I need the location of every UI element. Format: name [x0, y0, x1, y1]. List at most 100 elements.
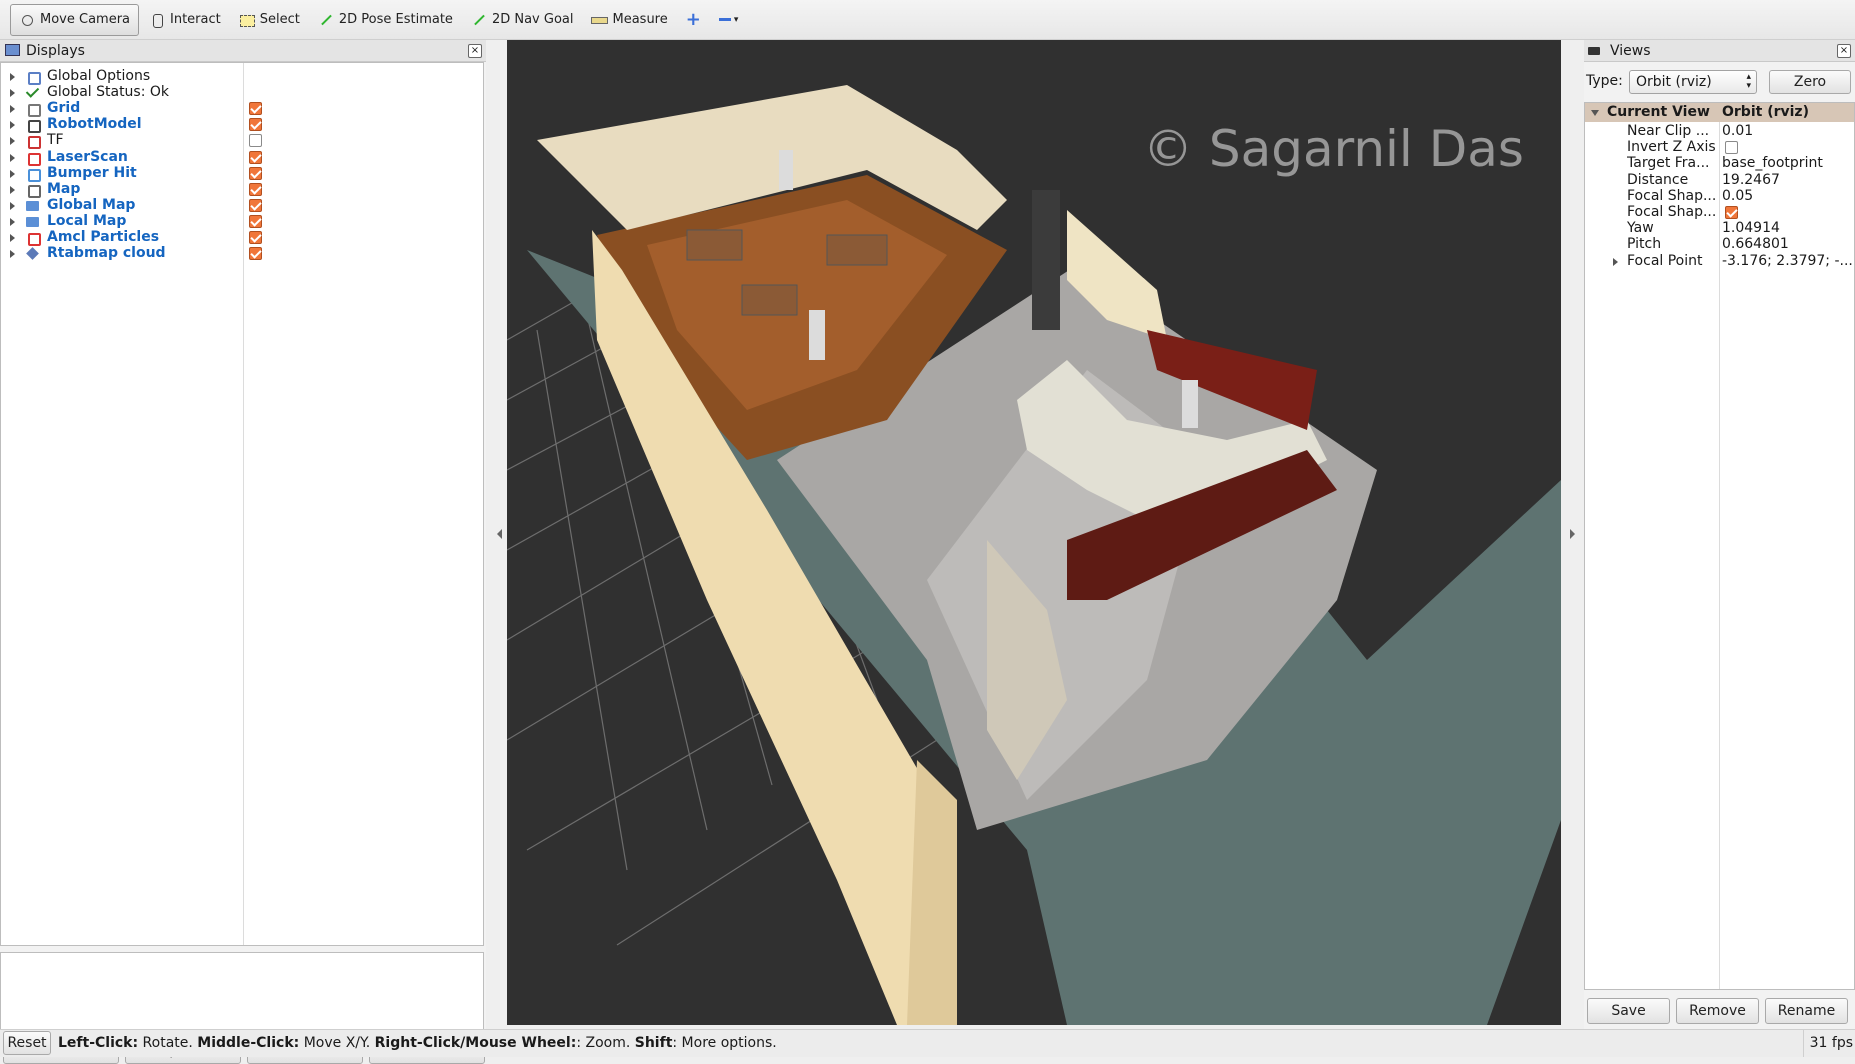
tool-label: 2D Pose Estimate: [338, 12, 453, 27]
enable-checkbox[interactable]: [249, 231, 262, 244]
zero-button[interactable]: Zero: [1769, 70, 1851, 94]
hint-key: Right-Click/Mouse Wheel:: [374, 1035, 577, 1051]
laserscan-icon: [25, 150, 41, 166]
displays-panel-title: Displays ×: [0, 40, 486, 62]
view-type-combo[interactable]: Orbit (rviz) ▴ ▾: [1629, 70, 1757, 94]
tool-select[interactable]: Select: [231, 4, 308, 36]
expand-arrow-icon[interactable]: [10, 234, 15, 242]
select-icon: [239, 12, 255, 28]
enable-checkbox[interactable]: [249, 118, 262, 132]
views-type-row: Type: Orbit (rviz) ▴ ▾ Zero: [1584, 64, 1855, 100]
reset-button[interactable]: Reset: [3, 1031, 51, 1055]
expand-arrow-icon[interactable]: [10, 201, 15, 210]
minus-dropdown-icon[interactable]: ▾: [711, 4, 747, 36]
tool-measure[interactable]: Measure: [583, 4, 675, 36]
pose-array-icon: [25, 230, 41, 246]
combo-arrows-icon: ▴ ▾: [1746, 72, 1751, 91]
current-view-row[interactable]: Current View Orbit (rviz): [1585, 103, 1854, 122]
save-view-button[interactable]: Save: [1587, 998, 1670, 1024]
tool-label: Select: [259, 12, 300, 27]
hint-text: Rotate.: [138, 1035, 198, 1051]
grid-icon: [25, 101, 41, 118]
tool-label: Measure: [612, 12, 668, 27]
current-view-value: Orbit (rviz): [1722, 104, 1809, 120]
view-type-value: Orbit (rviz): [1636, 74, 1712, 90]
gear-icon: [25, 69, 41, 85]
hint-key: Left-Click:: [58, 1035, 139, 1051]
type-label: Type:: [1586, 73, 1623, 89]
enable-checkbox[interactable]: [249, 166, 262, 180]
tool-label: Interact: [170, 12, 221, 27]
tool-2d-pose-estimate[interactable]: 2D Pose Estimate: [310, 4, 461, 36]
scene-render: [507, 85, 1561, 1025]
status-bar: Reset Left-Click: Rotate. Middle-Click: …: [0, 1029, 1855, 1057]
map-icon: [25, 182, 41, 198]
displays-title-label: Displays: [26, 43, 85, 59]
enable-checkbox[interactable]: [249, 198, 262, 212]
view-property-row[interactable]: Focal Point -3.176; 2.3797; -...: [1585, 252, 1854, 271]
expand-arrow-icon[interactable]: [10, 217, 15, 226]
hint-key: Shift: [634, 1035, 673, 1051]
main-toolbar: Move Camera Interact Select 2D Pose Estimat…: [0, 0, 1855, 40]
views-button-row: Save Remove Rename: [1587, 998, 1848, 1024]
render-viewport[interactable]: © Sagarnil Das: [507, 40, 1561, 1025]
enable-checkbox[interactable]: [249, 247, 262, 261]
view-property-value[interactable]: -3.176; 2.3797; -...: [1722, 252, 1852, 271]
expand-arrow-icon[interactable]: [10, 137, 15, 146]
monitor-icon: [5, 44, 20, 56]
displays-tree: Global Options Global Status: Ok Grid Robot…: [0, 62, 484, 946]
tool-interact[interactable]: Interact: [141, 4, 229, 36]
expand-arrow-icon[interactable]: [10, 121, 15, 130]
expand-arrow-icon[interactable]: [10, 89, 15, 98]
displays-panel: Displays × Global Options Global Status: …: [0, 40, 486, 1064]
cloud-diamond-icon: [25, 246, 40, 261]
nav-goal-arrow-icon: [471, 12, 487, 28]
pose-arrow-icon: [318, 12, 334, 28]
tool-label: Move Camera: [40, 12, 131, 27]
display-description-box: [0, 952, 484, 1030]
remove-view-button[interactable]: Remove: [1676, 998, 1759, 1024]
rename-view-button[interactable]: Rename: [1765, 998, 1848, 1024]
property-checkbox[interactable]: [1725, 141, 1738, 155]
enable-checkbox[interactable]: [249, 134, 262, 148]
fps-counter: 31 fps: [1802, 1030, 1853, 1057]
folder-icon: [25, 214, 40, 229]
hint-key: Middle-Click:: [197, 1035, 300, 1051]
hint-text: : More options.: [672, 1035, 777, 1051]
hint-text: Move X/Y.: [299, 1035, 375, 1051]
expand-arrow-icon[interactable]: [10, 169, 15, 178]
close-icon[interactable]: ×: [468, 44, 482, 58]
enable-checkbox[interactable]: [249, 102, 262, 116]
close-icon[interactable]: ×: [1837, 44, 1851, 58]
tool-move-camera[interactable]: Move Camera: [10, 3, 140, 36]
tf-axes-icon: [25, 133, 41, 150]
display-item-rtabmap-cloud[interactable]: Rtabmap cloud: [1, 244, 483, 263]
ruler-icon: [591, 12, 609, 28]
display-item-label: Rtabmap cloud: [47, 245, 166, 262]
folder-icon: [25, 198, 40, 213]
expand-arrow-icon[interactable]: [1613, 257, 1618, 266]
move-camera-icon: [19, 12, 35, 28]
views-panel-title: Views ×: [1584, 40, 1855, 62]
expand-arrow-icon[interactable]: [10, 105, 15, 114]
hand-icon: [149, 12, 165, 28]
property-checkbox[interactable]: [1725, 206, 1738, 219]
expand-arrow-icon[interactable]: [10, 73, 15, 81]
camera-icon: [1588, 47, 1600, 55]
enable-checkbox[interactable]: [249, 214, 262, 228]
robot-icon: [25, 117, 41, 134]
collapse-right-arrow-icon[interactable]: [1570, 529, 1575, 539]
collapse-arrow-icon: [1591, 110, 1599, 116]
collapse-left-arrow-icon[interactable]: [497, 529, 502, 539]
expand-arrow-icon[interactable]: [10, 250, 15, 259]
current-view-key: Current View: [1607, 104, 1710, 120]
enable-checkbox[interactable]: [249, 182, 262, 196]
expand-arrow-icon[interactable]: [10, 185, 15, 194]
views-panel: Views × Type: Orbit (rviz) ▴ ▾ Zero Curre…: [1584, 40, 1855, 1040]
hint-text: : Zoom.: [576, 1035, 635, 1051]
tool-2d-nav-goal[interactable]: 2D Nav Goal: [463, 4, 582, 36]
plus-icon[interactable]: +: [678, 4, 709, 36]
expand-arrow-icon[interactable]: [10, 153, 15, 162]
enable-checkbox[interactable]: [249, 150, 262, 164]
tool-label: 2D Nav Goal: [491, 12, 574, 27]
